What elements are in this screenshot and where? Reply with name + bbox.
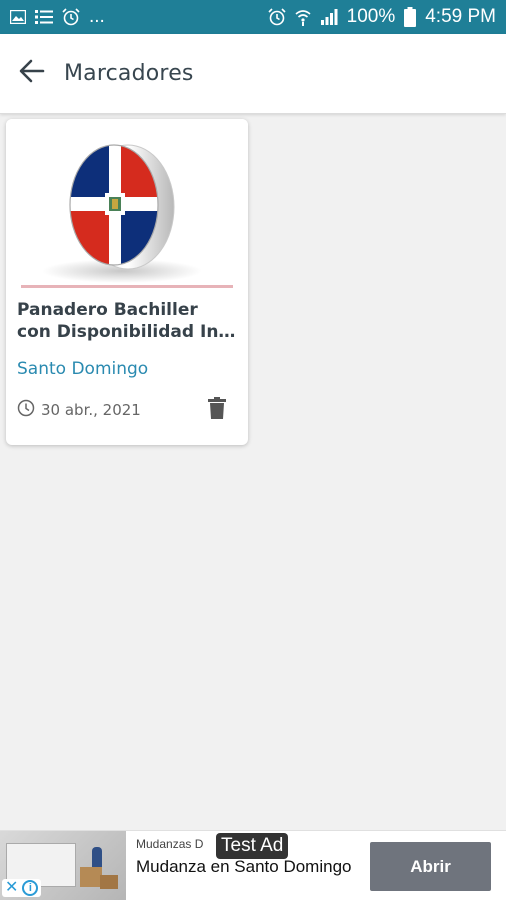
battery-icon: [404, 7, 417, 27]
clock-time: 4:59 PM: [425, 6, 496, 27]
arrow-left-icon: [19, 59, 45, 88]
bookmark-title-line2: con Disponibilidad Inm...: [17, 322, 242, 342]
ad-choices[interactable]: ✕ i: [2, 879, 42, 897]
close-icon[interactable]: ✕: [5, 880, 18, 896]
wifi-icon: [295, 8, 311, 26]
more-dots-icon: ...: [89, 6, 105, 27]
ad-image[interactable]: ✕ i: [0, 831, 126, 900]
clock-icon: [17, 399, 35, 421]
box-graphic: [100, 875, 118, 889]
ad-banner[interactable]: ✕ i Mudanzas D Mudanza en Santo Domingo …: [0, 830, 506, 900]
list-icon: [35, 9, 53, 25]
box-graphic: [80, 867, 102, 887]
status-left-icons: ...: [10, 6, 105, 28]
test-ad-badge: Test Ad: [216, 833, 289, 859]
trash-icon: [208, 396, 226, 424]
ad-headline[interactable]: Mudanza en Santo Domingo: [136, 857, 361, 877]
info-icon[interactable]: i: [22, 880, 39, 896]
app-bar: Marcadores: [0, 34, 506, 114]
page-title: Marcadores: [64, 61, 194, 86]
bookmark-location[interactable]: Santo Domingo: [17, 359, 148, 379]
bookmark-title-line1: Panadero Bachiller: [17, 300, 198, 320]
image-icon: [10, 10, 26, 24]
ad-advertiser: Mudanzas D: [136, 837, 204, 851]
bookmark-date: 30 abr., 2021: [41, 401, 141, 419]
status-right-icons: 100% 4:59 PM: [268, 6, 496, 28]
alarm-icon: [62, 8, 80, 26]
status-bar: ... 100% 4:59 PM: [0, 0, 506, 34]
bookmark-thumbnail: [6, 119, 248, 289]
bookmark-date-row: 30 abr., 2021: [17, 399, 141, 421]
delete-bookmark-button[interactable]: [206, 396, 228, 424]
signal-icon: [320, 9, 338, 25]
back-button[interactable]: [0, 34, 64, 114]
bookmark-card[interactable]: Panadero Bachiller con Disponibilidad In…: [6, 119, 248, 445]
ad-open-button[interactable]: Abrir: [370, 842, 491, 891]
bookmark-title[interactable]: Panadero Bachiller con Disponibilidad In…: [17, 299, 242, 343]
alarm-icon: [268, 8, 286, 26]
battery-percent: 100%: [346, 6, 396, 27]
